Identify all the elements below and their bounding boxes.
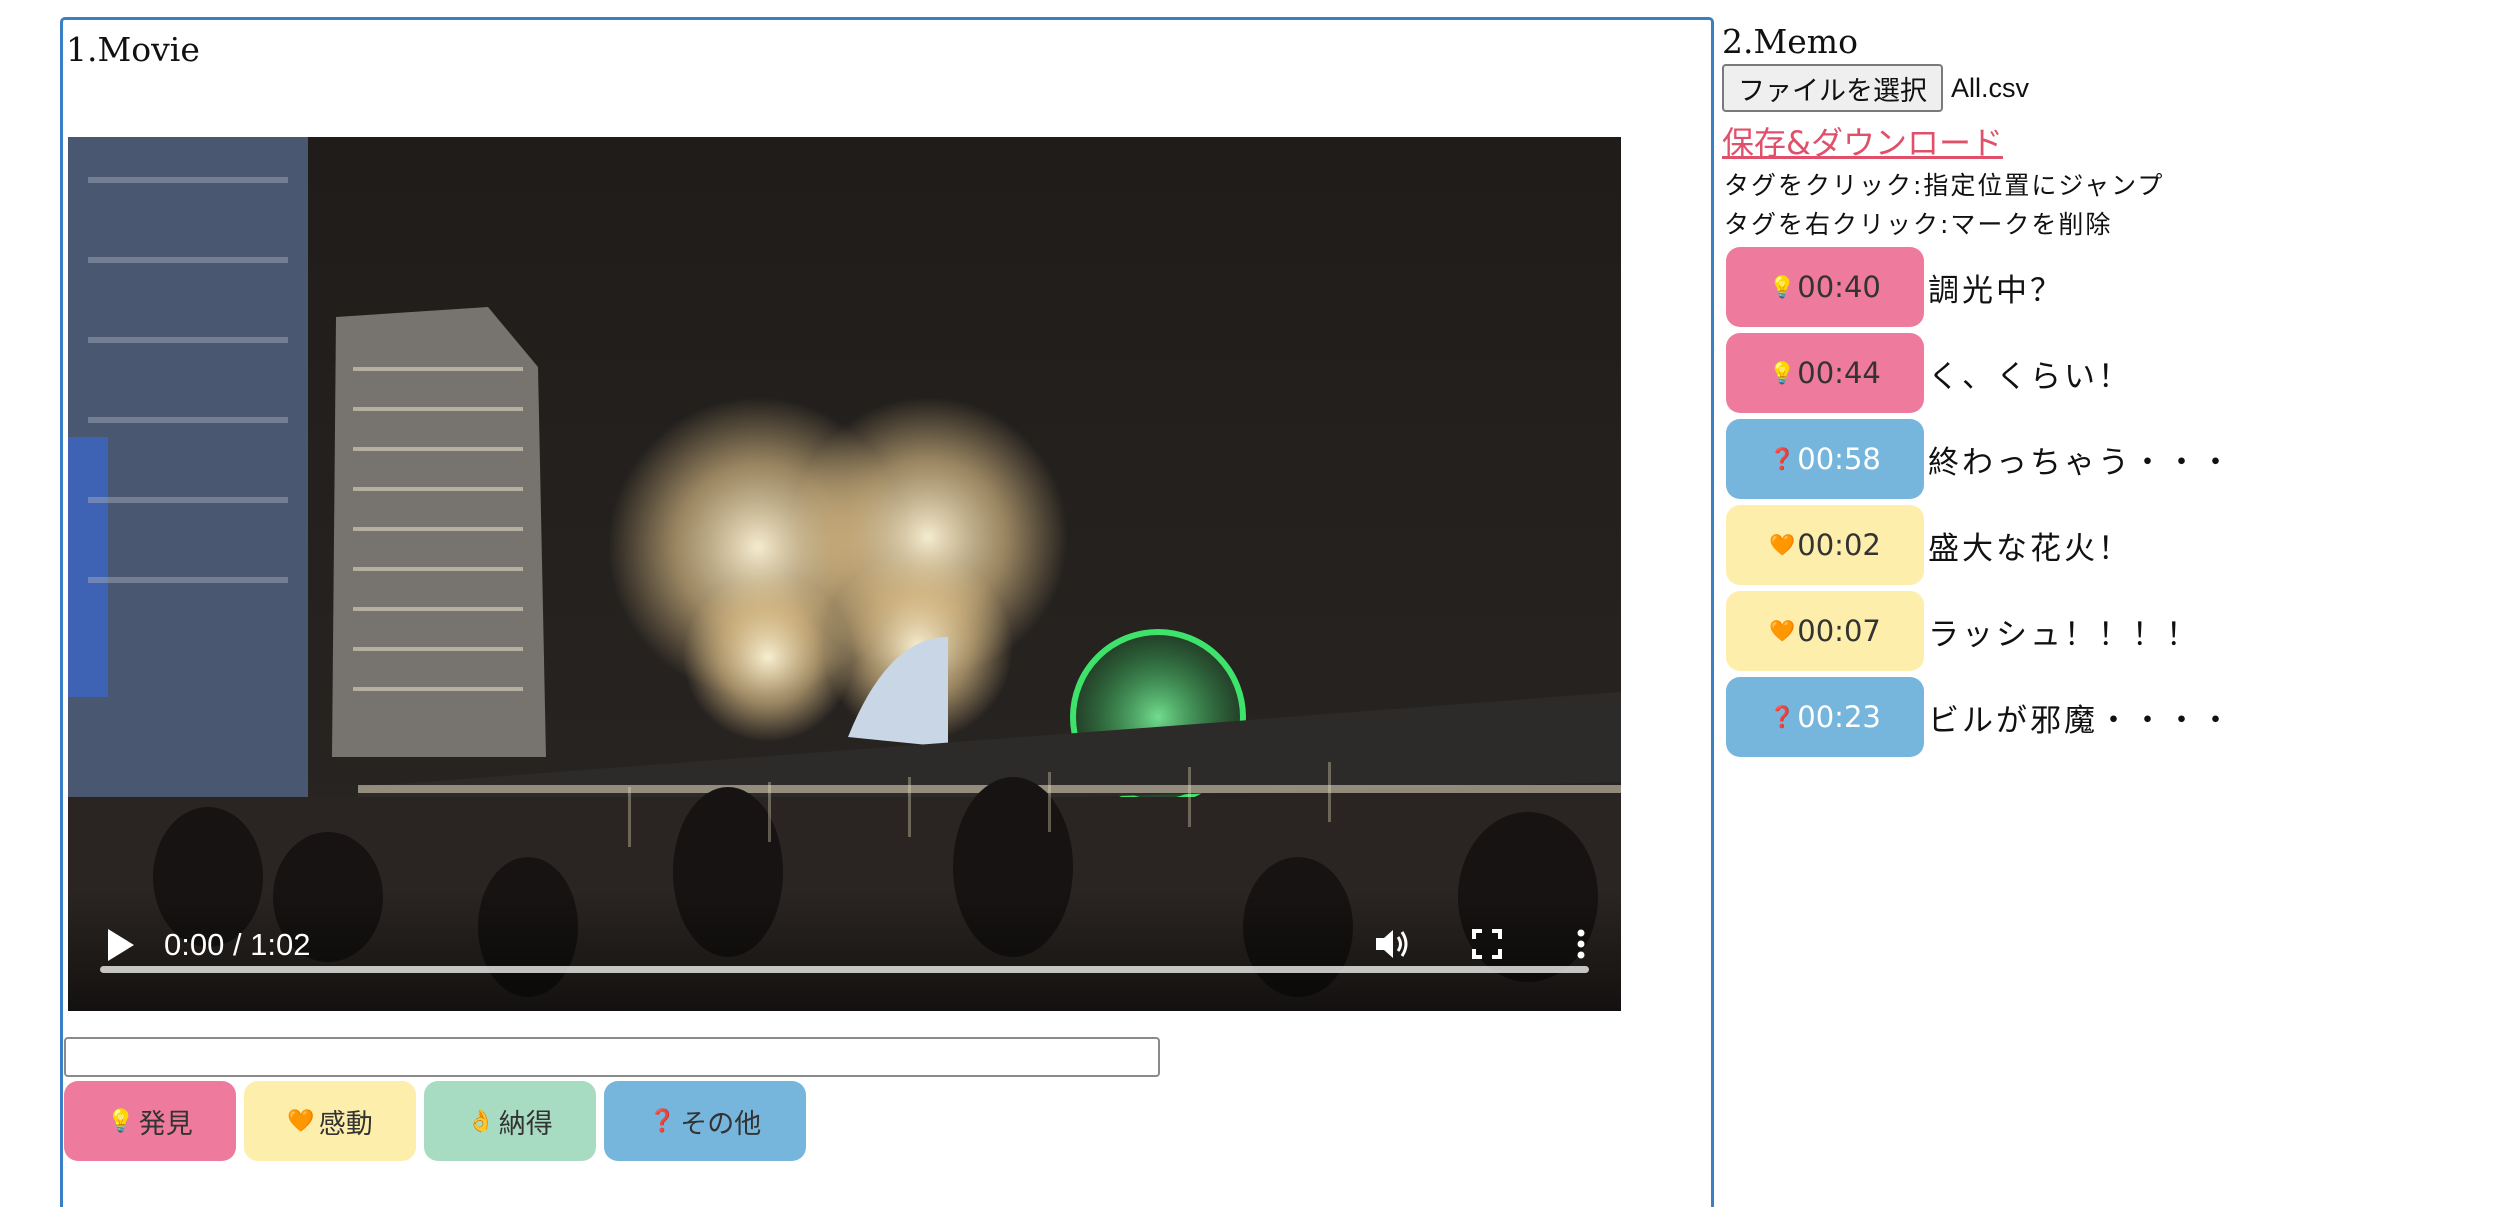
video-time-display: 0:00 / 1:02 bbox=[164, 927, 311, 962]
help-text-delete: タグを右クリック:マークを削除 bbox=[1724, 210, 2113, 239]
memo-tag-5[interactable]: ❓ 00:23 bbox=[1726, 677, 1924, 757]
memo-tag-2[interactable]: ❓ 00:58 bbox=[1726, 419, 1924, 499]
impressed-button-label: 感動 bbox=[318, 1108, 373, 1140]
understood-button[interactable]: 👌 納得 bbox=[424, 1081, 596, 1161]
video-controls: 0:00 / 1:02 bbox=[68, 891, 1621, 1011]
movie-section-title: 1.Movie bbox=[66, 30, 200, 69]
memo-tag-0[interactable]: 💡 00:40 bbox=[1726, 247, 1924, 327]
memo-tag-time: 00:02 bbox=[1797, 528, 1881, 562]
question-mark-icon: ❓ bbox=[1769, 704, 1796, 729]
question-mark-icon: ❓ bbox=[648, 1108, 677, 1134]
memo-section-title: 2.Memo bbox=[1722, 22, 1858, 61]
heart-icon: 🧡 bbox=[1769, 618, 1796, 643]
memo-entry-text: 調光中？ bbox=[1928, 272, 2064, 309]
other-button-label: その他 bbox=[680, 1108, 762, 1140]
memo-tag-time: 00:58 bbox=[1797, 442, 1881, 476]
memo-tag-1[interactable]: 💡 00:44 bbox=[1726, 333, 1924, 413]
understood-button-label: 納得 bbox=[498, 1108, 553, 1140]
memo-tag-4[interactable]: 🧡 00:07 bbox=[1726, 591, 1924, 671]
memo-tag-3[interactable]: 🧡 00:02 bbox=[1726, 505, 1924, 585]
memo-entry: 💡 00:40 調光中？ bbox=[1726, 247, 2064, 327]
memo-entry: ❓ 00:58 終わっちゃう・・・ bbox=[1726, 419, 2234, 499]
discovery-button[interactable]: 💡 発見 bbox=[64, 1081, 236, 1161]
play-icon[interactable] bbox=[106, 927, 136, 963]
memo-entry-text: く、くらい！ bbox=[1928, 358, 2132, 395]
help-text-jump: タグをクリック:指定位置にジャンプ bbox=[1724, 171, 2165, 200]
memo-entry: 🧡 00:02 盛大な花火！ bbox=[1726, 505, 2132, 585]
memo-entry: 💡 00:44 く、くらい！ bbox=[1726, 333, 2132, 413]
memo-tag-time: 00:23 bbox=[1797, 700, 1881, 734]
memo-entry-text: 盛大な花火！ bbox=[1928, 530, 2132, 567]
memo-entry: ❓ 00:23 ビルが邪魔・・・・ bbox=[1726, 677, 2234, 757]
save-download-link[interactable]: 保存&ダウンロード bbox=[1722, 118, 2003, 164]
memo-text-input[interactable] bbox=[64, 1037, 1160, 1077]
choose-file-button[interactable]: ファイルを選択 bbox=[1722, 64, 1943, 112]
ok-hand-icon: 👌 bbox=[467, 1108, 495, 1134]
heart-icon: 🧡 bbox=[287, 1108, 315, 1134]
discovery-button-label: 発見 bbox=[138, 1108, 193, 1140]
question-mark-icon: ❓ bbox=[1769, 446, 1796, 471]
video-frame-fireworks bbox=[68, 137, 1621, 1011]
impressed-button[interactable]: 🧡 感動 bbox=[244, 1081, 416, 1161]
memo-entry-text: ラッシュ！！！！ bbox=[1928, 616, 2200, 653]
volume-icon[interactable] bbox=[1372, 925, 1410, 963]
lightbulb-icon: 💡 bbox=[107, 1108, 135, 1134]
fullscreen-icon[interactable] bbox=[1468, 925, 1506, 963]
memo-tag-time: 00:07 bbox=[1797, 614, 1881, 648]
lightbulb-icon: 💡 bbox=[1769, 274, 1796, 299]
video-progress-bar[interactable] bbox=[100, 966, 1589, 973]
memo-tag-time: 00:44 bbox=[1797, 356, 1881, 390]
more-options-icon[interactable] bbox=[1562, 925, 1600, 963]
memo-tag-time: 00:40 bbox=[1797, 270, 1881, 304]
memo-entry: 🧡 00:07 ラッシュ！！！！ bbox=[1726, 591, 2200, 671]
selected-file-name: All.csv bbox=[1951, 72, 2030, 103]
heart-icon: 🧡 bbox=[1769, 532, 1796, 557]
video-player[interactable]: 0:00 / 1:02 bbox=[68, 137, 1621, 1011]
memo-entry-text: ビルが邪魔・・・・ bbox=[1928, 702, 2234, 739]
file-picker: ファイルを選択 All.csv bbox=[1722, 64, 2029, 112]
lightbulb-icon: 💡 bbox=[1769, 360, 1796, 385]
other-button[interactable]: ❓ その他 bbox=[604, 1081, 806, 1161]
memo-entry-text: 終わっちゃう・・・ bbox=[1928, 444, 2234, 481]
